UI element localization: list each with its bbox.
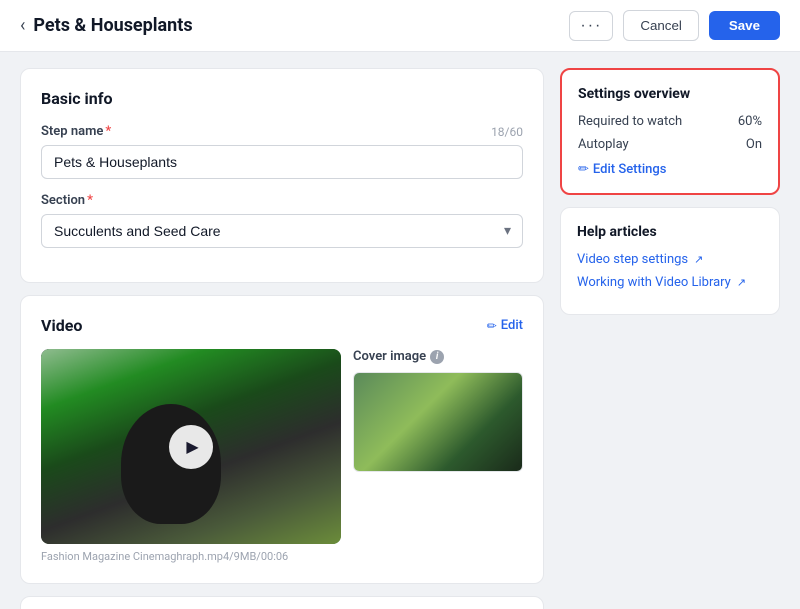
required-to-watch-value: 60% bbox=[738, 114, 762, 129]
section-select-wrapper: Succulents and Seed Care ▾ bbox=[41, 214, 523, 248]
play-button[interactable]: ▶ bbox=[169, 425, 213, 469]
play-icon: ▶ bbox=[186, 437, 198, 456]
autoplay-row: Autoplay On bbox=[578, 137, 762, 152]
basic-info-title: Basic info bbox=[41, 89, 523, 108]
cancel-button[interactable]: Cancel bbox=[623, 10, 699, 41]
top-bar: ‹ Pets & Houseplants ··· Cancel Save bbox=[0, 0, 800, 52]
top-bar-right: ··· Cancel Save bbox=[569, 10, 780, 41]
section-label: Section* bbox=[41, 193, 93, 208]
back-icon[interactable]: ‹ bbox=[20, 15, 25, 36]
cover-image-label-row: Cover image i bbox=[353, 349, 523, 364]
video-thumbnail[interactable]: ▶ bbox=[41, 349, 341, 544]
help-link-label-2: Working with Video Library bbox=[577, 275, 731, 290]
step-name-label: Step name* bbox=[41, 124, 111, 139]
step-name-input[interactable] bbox=[41, 145, 523, 179]
video-header: Video ✏ Edit bbox=[41, 316, 523, 335]
required-to-watch-row: Required to watch 60% bbox=[578, 114, 762, 129]
main-layout: Basic info Step name* 18/60 Section* bbox=[0, 52, 800, 609]
section-select[interactable]: Succulents and Seed Care bbox=[41, 214, 523, 248]
autoplay-value: On bbox=[746, 137, 762, 152]
description-card: Description ✦ Welcome to our video on pe… bbox=[20, 596, 544, 609]
more-options-button[interactable]: ··· bbox=[569, 11, 613, 41]
help-articles-title: Help articles bbox=[577, 224, 763, 240]
page-title: Pets & Houseplants bbox=[33, 15, 192, 36]
save-button[interactable]: Save bbox=[709, 11, 780, 40]
video-title: Video bbox=[41, 316, 82, 335]
video-content: ▶ Fashion Magazine Cinemaghraph.mp4/9MB/… bbox=[41, 349, 523, 563]
cover-image-area: Cover image i bbox=[353, 349, 523, 472]
pencil-icon: ✏ bbox=[487, 319, 497, 333]
required-star: * bbox=[105, 124, 111, 139]
edit-settings-label: Edit Settings bbox=[593, 162, 667, 177]
left-column: Basic info Step name* 18/60 Section* bbox=[20, 68, 544, 593]
external-link-icon-1: ↗ bbox=[694, 253, 703, 266]
section-label-row: Section* bbox=[41, 193, 523, 208]
help-link-video-settings[interactable]: Video step settings ↗ bbox=[577, 252, 763, 267]
step-name-group: Step name* 18/60 bbox=[41, 124, 523, 179]
video-thumbnail-wrapper: ▶ Fashion Magazine Cinemaghraph.mp4/9MB/… bbox=[41, 349, 341, 563]
help-link-label-1: Video step settings bbox=[577, 252, 688, 267]
section-group: Section* Succulents and Seed Care ▾ bbox=[41, 193, 523, 248]
edit-settings-link[interactable]: ✏ Edit Settings bbox=[578, 162, 762, 177]
char-count: 18/60 bbox=[491, 125, 523, 139]
required-to-watch-label: Required to watch bbox=[578, 114, 682, 129]
cover-thumbnail[interactable] bbox=[353, 372, 523, 472]
edit-video-link[interactable]: ✏ Edit bbox=[487, 318, 523, 333]
basic-info-card: Basic info Step name* 18/60 Section* bbox=[20, 68, 544, 283]
external-link-icon-2: ↗ bbox=[737, 276, 746, 289]
cover-thumbnail-image bbox=[354, 373, 522, 471]
help-articles-card: Help articles Video step settings ↗ Work… bbox=[560, 207, 780, 315]
autoplay-label: Autoplay bbox=[578, 137, 629, 152]
video-metadata: Fashion Magazine Cinemaghraph.mp4/9MB/00… bbox=[41, 550, 341, 563]
settings-overview-card: Settings overview Required to watch 60% … bbox=[560, 68, 780, 195]
section-required-star: * bbox=[87, 193, 93, 208]
info-icon[interactable]: i bbox=[430, 350, 444, 364]
edit-settings-icon: ✏ bbox=[578, 162, 589, 177]
help-link-video-library[interactable]: Working with Video Library ↗ bbox=[577, 275, 763, 290]
settings-overview-title: Settings overview bbox=[578, 86, 762, 102]
step-name-label-row: Step name* 18/60 bbox=[41, 124, 523, 139]
video-card: Video ✏ Edit ▶ Fashion Magazine Cinemagh… bbox=[20, 295, 544, 584]
top-bar-left: ‹ Pets & Houseplants bbox=[20, 15, 193, 36]
right-column: Settings overview Required to watch 60% … bbox=[560, 68, 780, 593]
